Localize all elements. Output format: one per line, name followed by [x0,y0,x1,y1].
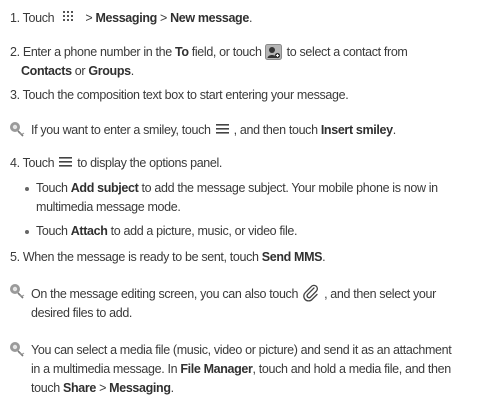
tip-2-line-1: On the message editing screen, you can a… [31,284,436,302]
tip-1: If you want to enter a smiley, touch , an… [31,122,396,138]
tip-2-text: On the message editing screen, you can a… [31,287,299,301]
step-2-text: 2. Enter a phone number in the [10,45,175,59]
menu-icon [215,122,229,134]
step-5: 5. When the message is ready to be sent,… [10,249,326,265]
bullet-2-text: to add a picture, music, or video file. [107,224,298,238]
messaging-label: Messaging [95,11,157,25]
separator: > [95,381,110,395]
separator: > [82,11,96,25]
step-4-text: to display the options panel. [77,156,223,170]
step-2-text: to select a contact from [283,45,408,59]
step-2-text: field, or touch [188,45,262,59]
step-2-line-1: 2. Enter a phone number in the To field,… [10,44,408,60]
contacts-label: Contacts [21,64,72,78]
bullet-dot [25,187,29,191]
tip-3-line-1: You can select a media file (music, vide… [31,343,452,357]
bullet-dot [25,230,29,234]
bullet-1-line-2: multimedia message mode. [36,200,181,214]
paperclip-icon [302,284,320,302]
tip-2-line-2: desired files to add. [31,306,133,320]
attach-label: Attach [70,224,108,238]
note-icon [9,341,26,358]
tip-2-text: , and then select your [324,287,436,301]
punct: . [130,64,134,78]
step-4-text: 4. Touch [10,156,55,170]
tip-1-text: , and then touch [233,123,321,137]
step-4: 4. Touch to display the options panel. [10,155,222,171]
apps-grid-icon [63,11,76,23]
separator: > [156,11,171,25]
punct: . [392,123,396,137]
bullet-2-text: Touch [36,224,71,238]
insert-smiley-label: Insert smiley [320,123,393,137]
step-5-text: 5. When the message is ready to be sent,… [10,250,262,264]
to-label: To [174,45,189,59]
bullet-2: Touch Attach to add a picture, music, or… [36,223,297,239]
messaging-label: Messaging [109,381,171,395]
step-1: 1. Touch > Messaging > New message. [10,10,252,26]
step-1-text: 1. Touch [10,11,55,25]
punct: . [248,11,253,25]
punct: . [322,250,326,264]
bullet-1-text: to add the message subject. Your mobile … [138,181,439,195]
file-manager-label: File Manager [180,362,253,376]
tip-3-line-3: touch Share > Messaging. [31,380,174,396]
step-2-text: or [71,64,89,78]
tip-3-text: touch [31,381,63,395]
note-icon [9,121,26,138]
contact-picker-icon [264,44,282,60]
add-subject-label: Add subject [70,181,139,195]
menu-icon [59,155,73,167]
bullet-1-text: Touch [36,181,71,195]
tip-3-text: in a multimedia message. In [31,362,181,376]
groups-label: Groups [88,64,131,78]
tip-3-text: , touch and hold a media file, and then [252,362,452,376]
note-icon [9,283,26,300]
step-3: 3. Touch the composition text box to sta… [10,88,349,102]
send-mms-label: Send MMS [261,250,323,264]
tip-1-text: If you want to enter a smiley, touch [31,123,211,137]
bullet-1-line-1: Touch Add subject to add the message sub… [36,180,438,196]
punct: . [170,381,174,395]
share-label: Share [62,381,96,395]
step-2-line-2: Contacts or Groups. [21,63,134,79]
new-message-label: New message [170,11,249,25]
tip-3-line-2: in a multimedia message. In File Manager… [31,361,451,377]
